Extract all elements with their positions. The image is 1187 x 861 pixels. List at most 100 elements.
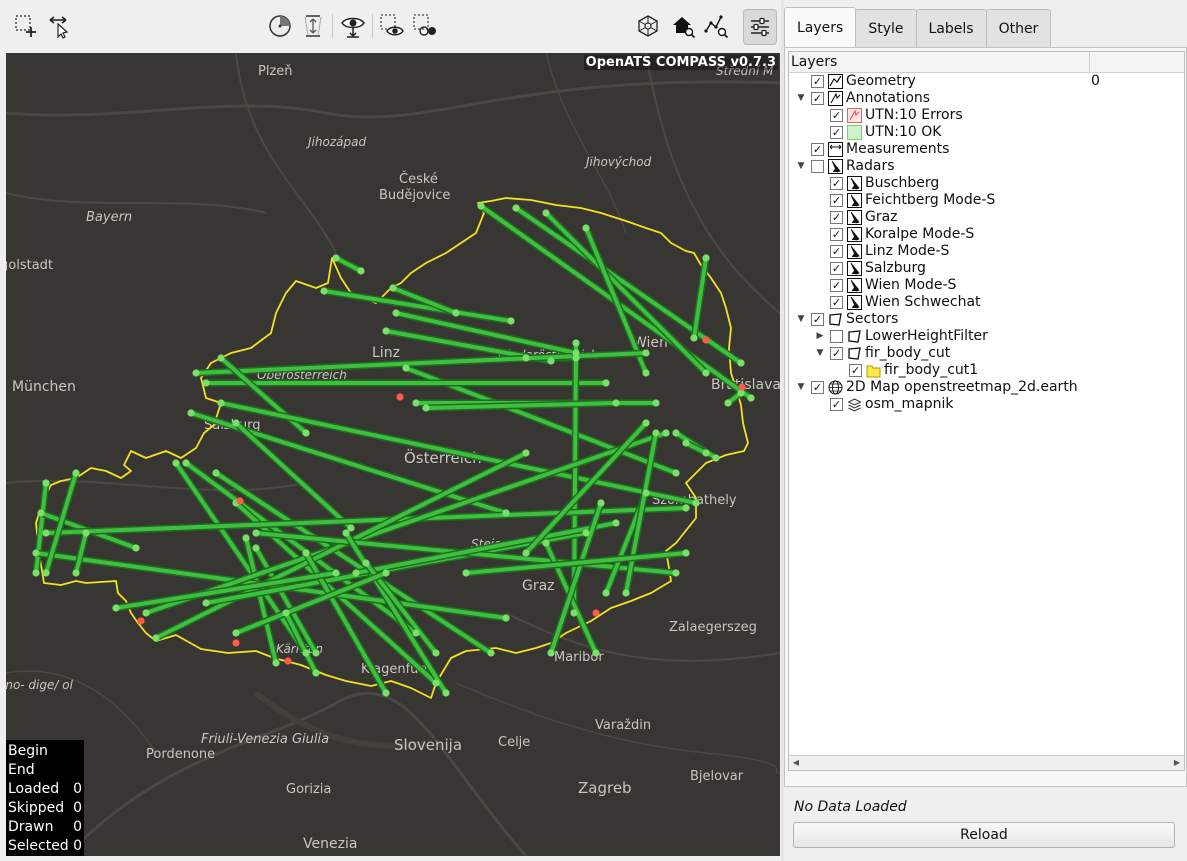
- error-point[interactable]: [284, 657, 292, 665]
- track-point[interactable]: [217, 399, 225, 407]
- track-point[interactable]: [652, 429, 660, 437]
- layers-tree[interactable]: Layers ✓ Geometry 0 ▼ ✓ Annotations ✓ UTN:10 Er…: [788, 51, 1185, 771]
- layer-checkbox[interactable]: [830, 330, 843, 343]
- track-point[interactable]: [642, 369, 650, 377]
- track-point[interactable]: [682, 504, 690, 512]
- track-point[interactable]: [187, 409, 195, 417]
- track-point[interactable]: [332, 254, 340, 262]
- layer-row[interactable]: ✓ UTN:10 Errors: [789, 107, 1184, 124]
- eye-points-icon[interactable]: [409, 9, 441, 43]
- map-canvas[interactable]: Plzeň Jihozápad Jihovýchod České Budějovice B…: [6, 53, 780, 856]
- select-rectangle-icon[interactable]: [10, 9, 42, 43]
- track-point[interactable]: [572, 354, 580, 362]
- error-point[interactable]: [702, 336, 710, 344]
- layer-row[interactable]: ✓ osm_mapnik: [789, 396, 1184, 413]
- track-point[interactable]: [442, 689, 450, 697]
- track-point[interactable]: [232, 419, 240, 427]
- track-point[interactable]: [382, 689, 390, 697]
- layer-checkbox[interactable]: ✓: [830, 109, 843, 122]
- select-move-icon[interactable]: [43, 9, 75, 43]
- track-point[interactable]: [392, 309, 400, 317]
- flight-track[interactable]: [692, 256, 708, 340]
- track-point[interactable]: [172, 459, 180, 467]
- track-point[interactable]: [572, 339, 580, 347]
- layer-checkbox[interactable]: ✓: [830, 262, 843, 275]
- layer-checkbox[interactable]: ✓: [830, 228, 843, 241]
- track-point[interactable]: [642, 489, 650, 497]
- track-point[interactable]: [507, 317, 515, 325]
- eye-download-icon[interactable]: [337, 9, 369, 43]
- scroll-right-icon[interactable]: ▶: [1170, 756, 1184, 770]
- track-point[interactable]: [242, 534, 250, 542]
- track-point[interactable]: [422, 404, 430, 412]
- layer-checkbox[interactable]: [811, 160, 824, 173]
- layer-row[interactable]: ✓ Linz Mode-S: [789, 243, 1184, 260]
- track-point[interactable]: [212, 469, 220, 477]
- track-point[interactable]: [320, 287, 328, 295]
- track-point[interactable]: [362, 559, 370, 567]
- track-point[interactable]: [542, 209, 550, 217]
- expand-down-icon[interactable]: ▼: [815, 345, 825, 362]
- track-point[interactable]: [342, 529, 350, 537]
- track-point[interactable]: [582, 529, 590, 537]
- track-point[interactable]: [702, 254, 710, 262]
- track-point[interactable]: [737, 389, 745, 397]
- expand-down-icon[interactable]: ▼: [796, 90, 806, 107]
- track-point[interactable]: [502, 509, 510, 517]
- layer-checkbox[interactable]: ✓: [830, 245, 843, 258]
- track-point[interactable]: [357, 267, 365, 275]
- layer-row[interactable]: ▼ ✓ Annotations: [789, 90, 1184, 107]
- time-filter-icon[interactable]: [264, 9, 296, 43]
- track-point[interactable]: [42, 479, 50, 487]
- layer-row[interactable]: ▼ ✓ 2D Map openstreetmap_2d.earth: [789, 379, 1184, 396]
- track-point[interactable]: [72, 569, 80, 577]
- track-point[interactable]: [522, 354, 530, 362]
- home-zoom-icon[interactable]: [667, 9, 699, 43]
- track-point[interactable]: [612, 519, 620, 527]
- error-point[interactable]: [592, 609, 600, 617]
- settings-sliders-icon[interactable]: [743, 9, 777, 45]
- radar-3d-icon[interactable]: [632, 9, 664, 43]
- track-point[interactable]: [132, 544, 140, 552]
- track-point[interactable]: [32, 569, 40, 577]
- track-point[interactable]: [302, 429, 310, 437]
- layer-row[interactable]: ✓ Measurements: [789, 141, 1184, 158]
- track-point[interactable]: [737, 359, 745, 367]
- track-point[interactable]: [512, 204, 520, 212]
- layer-row[interactable]: ✓ Feichtberg Mode-S: [789, 192, 1184, 209]
- layer-row[interactable]: ✓ Buschberg: [789, 175, 1184, 192]
- track-point[interactable]: [502, 614, 510, 622]
- layer-checkbox[interactable]: ✓: [849, 364, 862, 377]
- track-point[interactable]: [382, 569, 390, 577]
- track-point[interactable]: [252, 529, 260, 537]
- track-point[interactable]: [312, 649, 320, 657]
- track-point[interactable]: [692, 499, 700, 507]
- map-view[interactable]: Plzeň Jihozápad Jihovýchod České Budějovice B…: [6, 53, 780, 856]
- layer-row[interactable]: ✓ Graz: [789, 209, 1184, 226]
- track-point[interactable]: [622, 589, 630, 597]
- track-point[interactable]: [690, 334, 698, 342]
- track-point[interactable]: [352, 569, 360, 577]
- eye-select-icon[interactable]: [376, 9, 408, 43]
- layer-checkbox[interactable]: ✓: [830, 126, 843, 139]
- error-point[interactable]: [738, 383, 746, 391]
- track-point[interactable]: [217, 354, 225, 362]
- track-point[interactable]: [652, 399, 660, 407]
- track-point[interactable]: [612, 399, 620, 407]
- zoom-data-icon[interactable]: [700, 9, 732, 43]
- track-point[interactable]: [602, 589, 610, 597]
- layer-row[interactable]: ✓ fir_body_cut1: [789, 362, 1184, 379]
- layer-checkbox[interactable]: ✓: [830, 279, 843, 292]
- horizontal-scrollbar[interactable]: ◀ ▶: [789, 755, 1184, 770]
- layer-row[interactable]: ✓ Wien Mode-S: [789, 277, 1184, 294]
- layer-checkbox[interactable]: ✓: [811, 143, 824, 156]
- track-point[interactable]: [672, 429, 680, 437]
- track-point[interactable]: [682, 549, 690, 557]
- flight-track[interactable]: [334, 256, 363, 273]
- track-point[interactable]: [747, 394, 755, 402]
- layer-checkbox[interactable]: ✓: [830, 347, 843, 360]
- track-point[interactable]: [487, 649, 495, 657]
- track-point[interactable]: [152, 634, 160, 642]
- expand-right-icon[interactable]: ▶: [815, 328, 825, 345]
- expand-down-icon[interactable]: ▼: [796, 379, 806, 396]
